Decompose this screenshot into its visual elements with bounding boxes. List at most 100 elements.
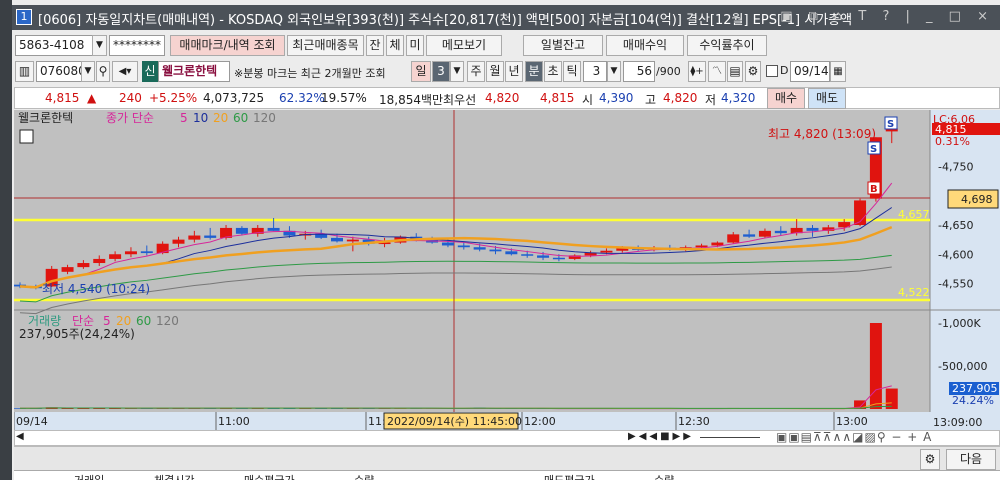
candle[interactable] bbox=[93, 258, 106, 264]
upper-line-label: 4,657 bbox=[898, 208, 930, 221]
table-view-icon[interactable] bbox=[19, 129, 34, 144]
zoom-slider[interactable] bbox=[700, 437, 760, 438]
buy-mark[interactable]: B bbox=[867, 181, 881, 195]
d-checkbox[interactable] bbox=[766, 65, 778, 77]
password-input[interactable]: ******** bbox=[109, 35, 165, 56]
trade-profit-button[interactable]: 매매수익 bbox=[606, 35, 684, 56]
candle[interactable] bbox=[124, 251, 137, 255]
candle[interactable] bbox=[521, 254, 534, 256]
candle[interactable] bbox=[61, 267, 74, 272]
candle[interactable] bbox=[267, 227, 280, 231]
stock-code-input[interactable]: 076080 bbox=[36, 61, 86, 82]
candle[interactable] bbox=[140, 251, 153, 254]
trade-mark-query-button[interactable]: 매매마크/내역 조회 bbox=[170, 35, 285, 56]
candle[interactable] bbox=[806, 227, 819, 231]
candle[interactable] bbox=[505, 251, 518, 255]
best-label: 최우선 bbox=[443, 93, 477, 107]
add-candle-icon[interactable]: ⧫+ bbox=[688, 61, 706, 82]
sell-button[interactable]: 매도 bbox=[808, 88, 846, 109]
calendar-icon[interactable]: ▦ bbox=[830, 61, 846, 82]
candle[interactable] bbox=[346, 239, 359, 242]
candle[interactable] bbox=[743, 234, 756, 237]
tab-year[interactable]: 년 bbox=[505, 61, 523, 82]
unfilled-button[interactable]: 미 bbox=[406, 35, 424, 56]
x-tick-label: 13:00 bbox=[836, 415, 868, 428]
add-line-icon[interactable]: 〽 bbox=[708, 61, 726, 82]
account-dropdown-icon[interactable]: ▼ bbox=[92, 35, 107, 56]
candle[interactable] bbox=[109, 254, 122, 259]
ask-price: 4,820 bbox=[485, 91, 520, 105]
speaker-icon[interactable]: ◀▾ bbox=[112, 61, 138, 82]
candle[interactable] bbox=[727, 234, 740, 243]
candle[interactable] bbox=[235, 227, 248, 234]
candle[interactable] bbox=[188, 235, 201, 240]
bottom-panel: ⚙ 다음 bbox=[14, 446, 1000, 470]
sell-mark-1[interactable]: S bbox=[884, 116, 898, 130]
period-value[interactable]: 3 bbox=[432, 61, 450, 82]
interval-input[interactable]: 3 bbox=[583, 61, 607, 82]
chart-tool-icons[interactable]: ▣▣▤⊼⊼∧∧◪▨⚲ − + A bbox=[776, 430, 932, 444]
gear-icon[interactable]: ⚙ bbox=[745, 61, 761, 82]
window-controls[interactable]: ▣ ⧉ ⌂ T ? | _ □ × bbox=[780, 9, 994, 24]
tab-tick[interactable]: 틱 bbox=[563, 61, 581, 82]
vol-tick-label: -1,000K bbox=[938, 317, 981, 330]
search-icon[interactable]: ⚲ bbox=[96, 61, 110, 82]
candle[interactable] bbox=[758, 230, 771, 237]
title-bar: 1 [0606] 자동일지차트(매매내역) - KOSDAQ 외국인보유[393… bbox=[12, 5, 1000, 30]
tab-week[interactable]: 주 bbox=[467, 61, 485, 82]
settings-gear-icon[interactable]: ⚙ bbox=[920, 449, 940, 470]
stock-name: 웰크론한텍 bbox=[158, 61, 230, 82]
scroll-left-icon[interactable]: ◀ bbox=[16, 431, 24, 442]
count-input[interactable]: 56 bbox=[623, 61, 655, 82]
y-tick-label: -4,750 bbox=[938, 161, 973, 174]
candle[interactable] bbox=[172, 239, 185, 244]
candle[interactable] bbox=[489, 249, 502, 252]
balance-button[interactable]: 잔 bbox=[366, 35, 384, 56]
candle[interactable] bbox=[600, 250, 613, 253]
candle[interactable] bbox=[711, 242, 724, 246]
bid-price: 4,815 bbox=[540, 91, 575, 105]
legend-vol-ma5: 5 bbox=[103, 314, 111, 328]
daily-balance-button[interactable]: 일별잔고 bbox=[523, 35, 603, 56]
date-input[interactable]: 09/14 bbox=[790, 61, 830, 82]
code-dropdown-icon[interactable]: ▼ bbox=[81, 61, 95, 82]
buy-button[interactable]: 매수 bbox=[767, 88, 805, 109]
tab-month[interactable]: 월 bbox=[486, 61, 504, 82]
candle[interactable] bbox=[204, 235, 217, 238]
x-tick-label: 11:00 bbox=[218, 415, 250, 428]
tab-second[interactable]: 초 bbox=[544, 61, 562, 82]
candle[interactable] bbox=[774, 230, 787, 234]
y-tick-label: -4,600 bbox=[938, 248, 973, 261]
candle[interactable] bbox=[331, 237, 343, 242]
period-dropdown-icon[interactable]: ▼ bbox=[450, 61, 464, 82]
tab-day[interactable]: 일 bbox=[411, 61, 431, 82]
panel-toggle-icon[interactable]: ▥ bbox=[15, 61, 34, 82]
tab-minute[interactable]: 분 bbox=[525, 61, 543, 82]
save-icon[interactable]: ▤ bbox=[727, 61, 743, 82]
window-title: [0606] 자동일지차트(매매내역) - KOSDAQ 외국인보유[393(천… bbox=[38, 13, 853, 28]
legend-vol-ma20: 20 bbox=[116, 314, 131, 328]
current-price: 4,815 bbox=[45, 91, 80, 105]
recent-items-button[interactable]: 최근매매종목 bbox=[287, 35, 364, 56]
candle[interactable] bbox=[537, 255, 550, 258]
legend-close-label: 종가 단순 bbox=[106, 111, 154, 125]
candle[interactable] bbox=[77, 263, 90, 268]
credit-badge: 신 bbox=[142, 61, 158, 82]
next-button[interactable]: 다음 bbox=[946, 449, 996, 470]
price-chart[interactable]: -4,750 -4,650 -4,600 -4,550 -1,000K -500,000 0… bbox=[14, 110, 1000, 446]
sell-mark-2[interactable]: S bbox=[867, 141, 881, 155]
candle[interactable] bbox=[552, 257, 565, 260]
vol-pct: 24.24% bbox=[952, 394, 994, 407]
interval-dropdown-icon[interactable]: ▼ bbox=[607, 61, 621, 82]
x-tick-label: 12:30 bbox=[678, 415, 710, 428]
profit-trend-button[interactable]: 수익률추이 bbox=[687, 35, 767, 56]
volume-bar bbox=[869, 323, 882, 409]
y-tick-label: -4,550 bbox=[938, 278, 973, 291]
memo-button[interactable]: 메모보기 bbox=[426, 35, 502, 56]
account-select[interactable]: 5863-4108 bbox=[15, 35, 93, 56]
candle[interactable] bbox=[457, 245, 470, 248]
filled-button[interactable]: 체 bbox=[386, 35, 404, 56]
candle[interactable] bbox=[473, 247, 486, 250]
playback-controls[interactable]: ▶◀◀■▶▶ bbox=[628, 431, 694, 442]
candle[interactable] bbox=[441, 242, 454, 246]
